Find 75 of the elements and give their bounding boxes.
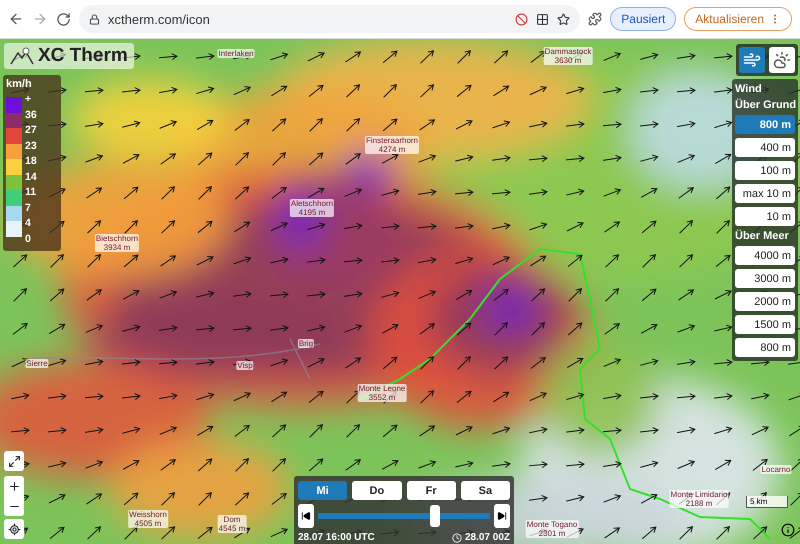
back-button[interactable] bbox=[8, 11, 24, 27]
legend-value: 0 bbox=[25, 232, 32, 246]
legend-value: 14 bbox=[25, 170, 37, 184]
legend-value: 23 bbox=[25, 138, 37, 154]
cloud-sun-icon bbox=[773, 51, 791, 69]
map-place-label: Brig bbox=[298, 339, 314, 348]
map-place-label: Finsteraarhorn 4274 m bbox=[364, 136, 420, 154]
legend-value: 27 bbox=[25, 123, 37, 138]
panel-title: Wind bbox=[735, 83, 763, 95]
altitude-button[interactable]: 2000 m bbox=[735, 292, 795, 311]
map-place-label: Dom 4545 m bbox=[218, 515, 246, 533]
altitude-button[interactable]: max 10 m bbox=[735, 184, 795, 203]
info-icon bbox=[781, 523, 795, 537]
legend-value: 18 bbox=[25, 154, 37, 169]
map-place-label: Dammastock 3630 m bbox=[544, 47, 592, 65]
profile-button[interactable]: Pausiert bbox=[610, 7, 676, 31]
map-place-label: Bietschhorn 3934 m bbox=[94, 234, 140, 252]
zoom-in-icon[interactable] bbox=[8, 480, 20, 492]
skip-forward-icon bbox=[497, 511, 507, 521]
grid-icon[interactable] bbox=[536, 12, 550, 26]
map-place-label: Monte Leone 3552 m bbox=[358, 384, 406, 402]
legend-value: 4 bbox=[25, 216, 32, 231]
scale-bar: 5 km bbox=[746, 496, 788, 508]
step-back-button[interactable] bbox=[298, 504, 314, 528]
wind-mode-button[interactable] bbox=[739, 47, 765, 73]
address-bar[interactable]: xctherm.com/icon bbox=[79, 5, 580, 33]
legend-unit: km/h bbox=[6, 78, 33, 90]
map-place-label: Monte Limidario 2188 m bbox=[670, 490, 728, 508]
day-tab[interactable]: Sa bbox=[460, 481, 510, 500]
locate-button[interactable] bbox=[4, 519, 24, 539]
group-heading: Über Meer bbox=[735, 230, 790, 242]
fullscreen-icon bbox=[8, 454, 20, 468]
current-time: 28.07 16:00 UTC bbox=[298, 532, 375, 543]
wind-icon bbox=[743, 51, 761, 69]
legend-value: 11 bbox=[25, 185, 37, 200]
map-place-label: Interlaken bbox=[217, 49, 255, 58]
cloud-mode-button[interactable] bbox=[769, 47, 795, 73]
step-forward-button[interactable] bbox=[494, 504, 510, 528]
map-place-label: Monte Togano 2301 m bbox=[526, 520, 578, 538]
skip-back-icon bbox=[301, 511, 311, 521]
group-heading: Über Grund bbox=[735, 99, 795, 111]
map-place-label: Weisshorn 4505 m bbox=[128, 510, 168, 528]
time-slider-thumb[interactable] bbox=[430, 505, 440, 527]
clock-icon bbox=[452, 532, 462, 542]
day-tab[interactable]: Do bbox=[352, 481, 402, 500]
altitude-button[interactable]: 800 m bbox=[735, 115, 795, 134]
zoom-control[interactable] bbox=[4, 476, 24, 516]
legend-value: 7 bbox=[25, 200, 32, 216]
map-place-label: Locarno bbox=[760, 465, 792, 474]
map-place-label: Visp bbox=[236, 361, 254, 370]
lock-icon bbox=[89, 14, 100, 24]
day-tab[interactable]: Mi bbox=[298, 481, 348, 500]
model-run-time: 28.07 00Z bbox=[452, 532, 510, 543]
fullscreen-button[interactable] bbox=[4, 451, 24, 471]
reload-button[interactable] bbox=[56, 12, 71, 26]
extensions-button[interactable] bbox=[588, 12, 602, 26]
info-button[interactable] bbox=[781, 523, 795, 537]
day-tab[interactable]: Fr bbox=[406, 481, 456, 500]
altitude-button[interactable]: 100 m bbox=[735, 161, 795, 180]
locate-icon bbox=[8, 522, 20, 536]
map-place-label: Aletschhorn 4195 m bbox=[290, 199, 334, 217]
map-place-label: Sierre bbox=[25, 359, 49, 368]
altitude-button[interactable]: 1500 m bbox=[735, 315, 795, 334]
legend-value: + bbox=[25, 92, 32, 107]
update-button[interactable]: Aktualisieren bbox=[684, 7, 792, 31]
altitude-button[interactable]: 800 m bbox=[735, 338, 795, 357]
altitude-button[interactable]: 4000 m bbox=[735, 246, 795, 265]
mountain-cloud-icon bbox=[10, 47, 34, 65]
altitude-button[interactable]: 400 m bbox=[735, 138, 795, 157]
blocked-icon[interactable] bbox=[515, 12, 528, 26]
altitude-button[interactable]: 10 m bbox=[735, 207, 795, 226]
bookmark-star-icon[interactable] bbox=[557, 12, 570, 26]
altitude-button[interactable]: 3000 m bbox=[735, 269, 795, 288]
app-logo: XC Therm bbox=[4, 43, 134, 69]
legend-value: 36 bbox=[25, 108, 37, 122]
